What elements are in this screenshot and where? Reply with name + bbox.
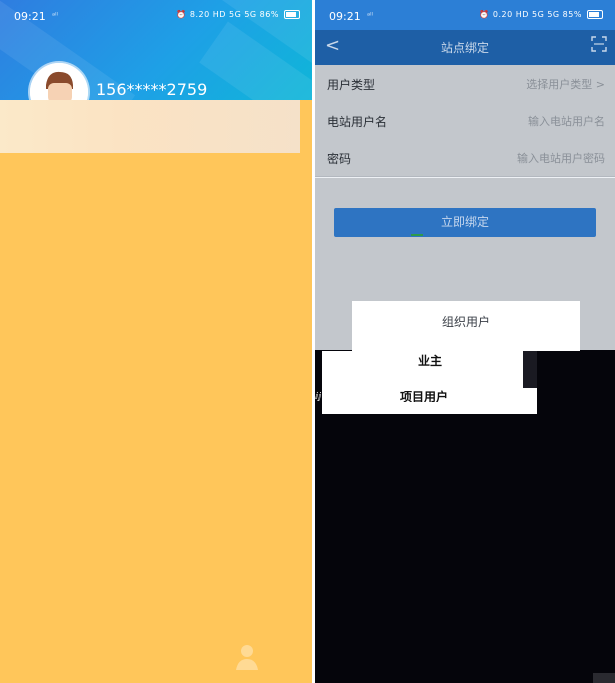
password-input[interactable]: 输入电站用户密码	[517, 150, 605, 166]
app-header: 09:21 ᵃˡˡ ⏰ 0.20 HD 5G 5G 85% < 站点绑定	[315, 0, 615, 65]
battery-icon	[284, 10, 300, 19]
user-icon[interactable]	[234, 642, 260, 672]
option-owner[interactable]: 业主	[322, 352, 538, 369]
profile-card-band	[0, 100, 300, 153]
content-area	[0, 153, 312, 683]
username-input[interactable]: 输入电站用户名	[528, 113, 605, 129]
status-indicators: ⏰ 8.20 HD 5G 5G	[176, 10, 257, 19]
status-network: ᵃˡˡ	[367, 11, 373, 20]
status-network: ᵃˡˡ	[52, 11, 58, 20]
bind-now-button[interactable]: 立即绑定	[334, 208, 596, 237]
battery-percent: 85%	[562, 10, 582, 19]
page-title: 站点绑定	[440, 41, 489, 55]
render-artifact: ⅈⅉ	[315, 392, 322, 402]
nav-bar: < 站点绑定	[315, 30, 615, 65]
form-row-username[interactable]: 电站用户名 输入电站用户名	[315, 102, 615, 140]
form-row-user-type[interactable]: 用户类型 选择用户类型 >	[315, 65, 615, 103]
option-project-user[interactable]: 项目用户	[315, 388, 537, 402]
battery-percent: 86%	[259, 10, 279, 19]
profile-card-edge	[300, 100, 312, 153]
left-screen: 09:21 ᵃˡˡ ⏰ 8.20 HD 5G 5G 86% 156*****27…	[0, 0, 312, 683]
picker-sheet-extension	[352, 341, 580, 351]
username-label: 电站用户名	[327, 115, 388, 129]
status-bar-left: 09:21 ᵃˡˡ ⏰ 8.20 HD 5G 5G 86%	[0, 0, 312, 30]
status-icons: ⏰ 8.20 HD 5G 5G 86%	[176, 10, 300, 19]
status-indicators: ⏰ 0.20 HD 5G 5G	[479, 10, 560, 19]
status-icons: ⏰ 0.20 HD 5G 5G 85%	[479, 10, 603, 19]
user-phone: 156*****2759	[96, 80, 208, 99]
right-screen: 09:21 ᵃˡˡ ⏰ 0.20 HD 5G 5G 85% < 站点绑定 用户类…	[315, 0, 615, 683]
password-label: 密码	[327, 152, 352, 166]
status-time: 09:21	[329, 10, 361, 23]
scan-icon[interactable]	[591, 36, 607, 52]
render-artifact-block	[593, 673, 615, 683]
battery-icon	[587, 10, 603, 19]
button-focus-mark	[411, 234, 423, 236]
status-bar-right: 09:21 ᵃˡˡ ⏰ 0.20 HD 5G 5G 85%	[315, 0, 615, 30]
user-type-select[interactable]: 选择用户类型 >	[526, 76, 605, 92]
render-artifact: ⅈⅉ	[346, 356, 353, 366]
user-type-label: 用户类型	[327, 78, 376, 92]
option-organization-user[interactable]: 组织用户	[352, 313, 580, 330]
form-row-password[interactable]: 密码 输入电站用户密码	[315, 139, 615, 177]
status-time: 09:21	[14, 10, 46, 23]
